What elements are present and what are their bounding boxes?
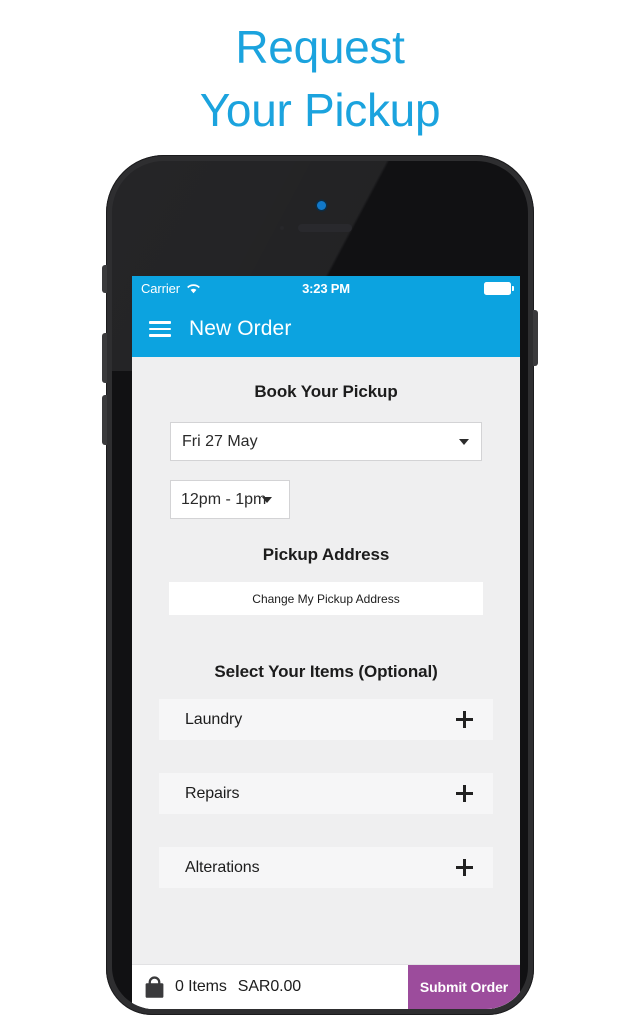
plus-icon[interactable] [456, 785, 473, 802]
shopping-bag-icon [145, 975, 164, 998]
pickup-time-value: 12pm - 1pm [181, 490, 267, 508]
cart-summary: 0 Items SAR0.00 [132, 975, 408, 999]
status-bar-right [484, 282, 514, 295]
chevron-down-icon [262, 496, 273, 503]
status-bar: Carrier 3:23 PM [132, 276, 520, 301]
phone-screen: Carrier 3:23 PM New Order Book Your Pick… [132, 276, 520, 1009]
status-bar-left: Carrier [141, 281, 201, 296]
headline-line-1: Request [235, 21, 405, 73]
promo-headline: Request Your Pickup [0, 16, 640, 143]
plus-icon[interactable] [456, 711, 473, 728]
camera-dot-icon [317, 201, 326, 210]
phone-mockup: Carrier 3:23 PM New Order Book Your Pick… [102, 155, 538, 1015]
earpiece-speaker-icon [298, 224, 352, 232]
hamburger-menu-icon[interactable] [149, 321, 171, 337]
change-pickup-address-button[interactable]: Change My Pickup Address [169, 582, 483, 615]
power-button[interactable] [533, 310, 538, 366]
item-label: Laundry [185, 710, 243, 728]
wifi-icon [187, 284, 200, 294]
mute-switch-button[interactable] [102, 265, 107, 293]
pickup-date-value: Fri 27 May [182, 432, 258, 450]
chevron-down-icon [459, 438, 469, 445]
navigation-bar: New Order [132, 301, 520, 357]
item-label: Repairs [185, 784, 240, 802]
volume-down-button[interactable] [102, 395, 107, 445]
plus-icon[interactable] [456, 859, 473, 876]
carrier-label: Carrier [141, 281, 181, 296]
page-title: New Order [189, 317, 292, 340]
phone-bezel: Carrier 3:23 PM New Order Book Your Pick… [112, 161, 528, 1009]
address-section-title: Pickup Address [262, 545, 390, 564]
cart-totals: 0 Items SAR0.00 [175, 978, 301, 996]
headline-line-2: Your Pickup [199, 84, 441, 137]
booking-section-title: Book Your Pickup [254, 382, 398, 401]
pickup-time-select[interactable]: 12pm - 1pm [170, 480, 290, 519]
cart-item-count: 0 Items [175, 978, 227, 995]
screen-content: Book Your Pickup Fri 27 May 12pm - 1pm P… [132, 357, 520, 1009]
item-label: Alterations [185, 858, 260, 876]
pickup-date-select[interactable]: Fri 27 May [170, 422, 482, 461]
item-row[interactable]: Alterations [159, 847, 493, 888]
submit-order-button[interactable]: Submit Order [408, 965, 520, 1009]
battery-full-icon [484, 282, 514, 295]
cart-bottom-bar: 0 Items SAR0.00 Submit Order [132, 964, 520, 1009]
volume-up-button[interactable] [102, 333, 107, 383]
proximity-sensor-icon [280, 226, 284, 230]
items-section-title: Select Your Items (Optional) [214, 662, 438, 681]
cart-total-amount: SAR0.00 [237, 978, 302, 995]
item-row[interactable]: Repairs [159, 773, 493, 814]
item-row[interactable]: Laundry [159, 699, 493, 740]
